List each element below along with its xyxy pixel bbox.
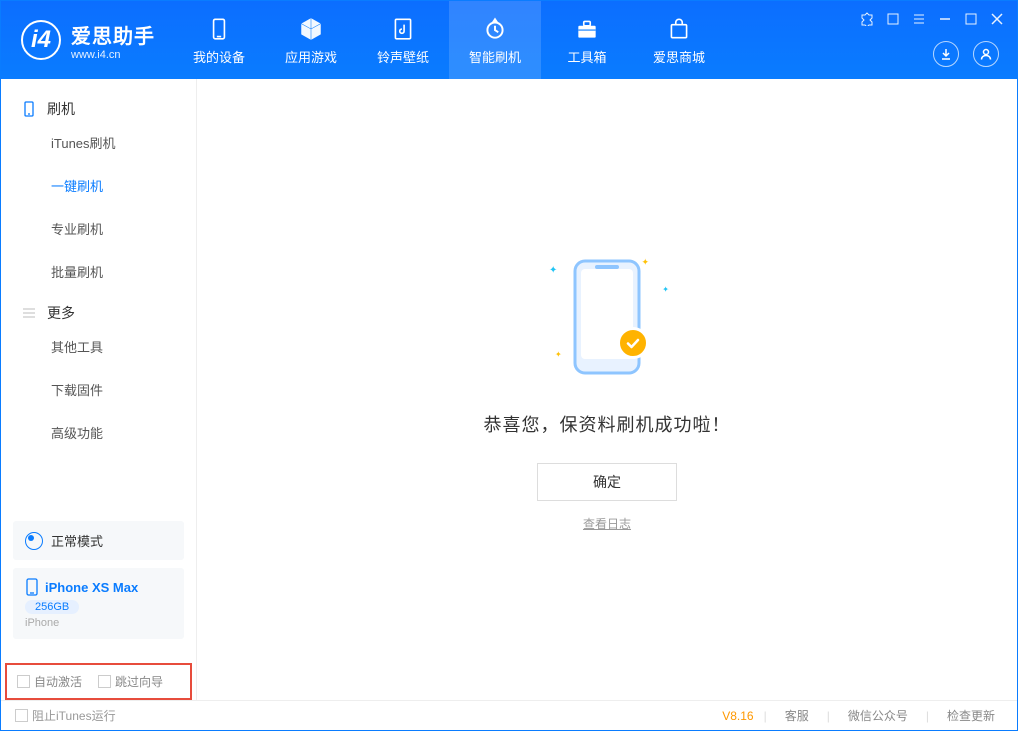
checkbox-label: 自动激活 [34, 673, 82, 690]
success-illustration: ✦ ✦ ✦ ✦ [537, 247, 677, 387]
device-name-text: iPhone XS Max [45, 580, 138, 595]
check-badge-icon [617, 327, 649, 359]
checkbox-row-highlighted: 自动激活 跳过向导 [5, 663, 192, 700]
window-controls [859, 11, 1005, 27]
sidebar-bottom: 正常模式 iPhone XS Max 256GB iPhone [1, 511, 196, 657]
toolbox-icon [573, 15, 601, 43]
checkbox-skip-guide[interactable]: 跳过向导 [98, 673, 163, 690]
ok-button[interactable]: 确定 [537, 463, 677, 501]
header-actions [933, 41, 999, 67]
checkbox-icon [15, 709, 28, 722]
nav-label: 智能刷机 [469, 47, 521, 66]
sidebar-group-title: 更多 [47, 303, 75, 323]
checkbox-label: 跳过向导 [115, 673, 163, 690]
sidebar-item-pro-flash[interactable]: 专业刷机 [1, 207, 196, 250]
app-title: 爱思助手 [71, 20, 155, 49]
menu-icon[interactable] [911, 11, 927, 27]
success-message: 恭喜您，保资料刷机成功啦！ [484, 411, 731, 437]
sidebar-group-flash: 刷机 [1, 89, 196, 121]
footer-link-wechat[interactable]: 微信公众号 [840, 707, 916, 724]
sidebar-group-title: 刷机 [47, 99, 75, 119]
close-icon[interactable] [989, 11, 1005, 27]
separator: | [926, 709, 929, 723]
nav-store[interactable]: 爱思商城 [633, 1, 725, 79]
cube-icon [297, 15, 325, 43]
phone-icon [25, 578, 39, 596]
checkbox-icon [98, 675, 111, 688]
sidebar: 刷机 iTunes刷机 一键刷机 专业刷机 批量刷机 更多 其他工具 下载固件 … [1, 79, 197, 700]
device-name: iPhone XS Max [25, 578, 172, 596]
logo-icon: i4 [21, 20, 61, 60]
logo-text: 爱思助手 www.i4.cn [71, 20, 155, 61]
logo-block: i4 爱思助手 www.i4.cn [1, 1, 173, 79]
sparkle-icon: ✦ [555, 350, 562, 359]
maximize-icon[interactable] [963, 11, 979, 27]
sparkle-icon: ✦ [641, 257, 649, 268]
sidebar-item-oneclick-flash[interactable]: 一键刷机 [1, 164, 196, 207]
device-type: iPhone [25, 617, 172, 629]
phone-icon [21, 101, 37, 117]
sidebar-item-itunes-flash[interactable]: iTunes刷机 [1, 121, 196, 164]
mode-icon [25, 532, 43, 550]
feedback-icon[interactable] [885, 11, 901, 27]
menu-icon [21, 305, 37, 321]
nav-label: 工具箱 [567, 47, 606, 66]
footer-link-update[interactable]: 检查更新 [939, 707, 1003, 724]
sparkle-icon: ✦ [549, 265, 557, 276]
separator: | [827, 709, 830, 723]
skin-icon[interactable] [859, 11, 875, 27]
nav-label: 铃声壁纸 [377, 47, 429, 66]
download-icon[interactable] [933, 41, 959, 67]
sidebar-item-other-tools[interactable]: 其他工具 [1, 325, 196, 368]
footer-right: V8.16 | 客服 | 微信公众号 | 检查更新 [722, 707, 1003, 724]
sidebar-item-advanced[interactable]: 高级功能 [1, 411, 196, 454]
phone-illustration-icon [569, 257, 645, 377]
checkbox-block-itunes[interactable]: 阻止iTunes运行 [15, 707, 116, 724]
nav-toolbox[interactable]: 工具箱 [541, 1, 633, 79]
nav-apps[interactable]: 应用游戏 [265, 1, 357, 79]
nav-ringtones[interactable]: 铃声壁纸 [357, 1, 449, 79]
footer: 阻止iTunes运行 V8.16 | 客服 | 微信公众号 | 检查更新 [1, 700, 1017, 730]
mode-card[interactable]: 正常模式 [13, 521, 184, 560]
mode-label: 正常模式 [51, 531, 103, 550]
nav-label: 爱思商城 [653, 47, 705, 66]
main-content: ✦ ✦ ✦ ✦ 恭喜您，保资料刷机成功啦！ 确定 查看日志 [197, 79, 1017, 700]
minimize-icon[interactable] [937, 11, 953, 27]
app-subtitle: www.i4.cn [71, 49, 155, 61]
nav-flash[interactable]: 智能刷机 [449, 1, 541, 79]
body: 刷机 iTunes刷机 一键刷机 专业刷机 批量刷机 更多 其他工具 下载固件 … [1, 79, 1017, 700]
user-icon[interactable] [973, 41, 999, 67]
checkbox-auto-activate[interactable]: 自动激活 [17, 673, 82, 690]
checkbox-icon [17, 675, 30, 688]
separator: | [764, 709, 767, 723]
nav-label: 我的设备 [193, 47, 245, 66]
nav-my-device[interactable]: 我的设备 [173, 1, 265, 79]
sidebar-scroll: 刷机 iTunes刷机 一键刷机 专业刷机 批量刷机 更多 其他工具 下载固件 … [1, 79, 196, 511]
music-icon [389, 15, 417, 43]
nav: 我的设备 应用游戏 铃声壁纸 智能刷机 工具箱 爱思商城 [173, 1, 725, 79]
storage-badge: 256GB [25, 600, 79, 614]
sidebar-group-more: 更多 [1, 293, 196, 325]
sparkle-icon: ✦ [662, 285, 669, 294]
store-icon [665, 15, 693, 43]
view-log-link[interactable]: 查看日志 [583, 515, 631, 532]
nav-label: 应用游戏 [285, 47, 337, 66]
version-label: V8.16 [722, 709, 753, 723]
sidebar-item-download-firmware[interactable]: 下载固件 [1, 368, 196, 411]
device-card[interactable]: iPhone XS Max 256GB iPhone [13, 568, 184, 639]
sidebar-item-batch-flash[interactable]: 批量刷机 [1, 250, 196, 293]
footer-link-support[interactable]: 客服 [777, 707, 817, 724]
refresh-icon [481, 15, 509, 43]
checkbox-label: 阻止iTunes运行 [32, 707, 116, 724]
header: i4 爱思助手 www.i4.cn 我的设备 应用游戏 铃声壁纸 智能刷机 工具… [1, 1, 1017, 79]
device-icon [205, 15, 233, 43]
